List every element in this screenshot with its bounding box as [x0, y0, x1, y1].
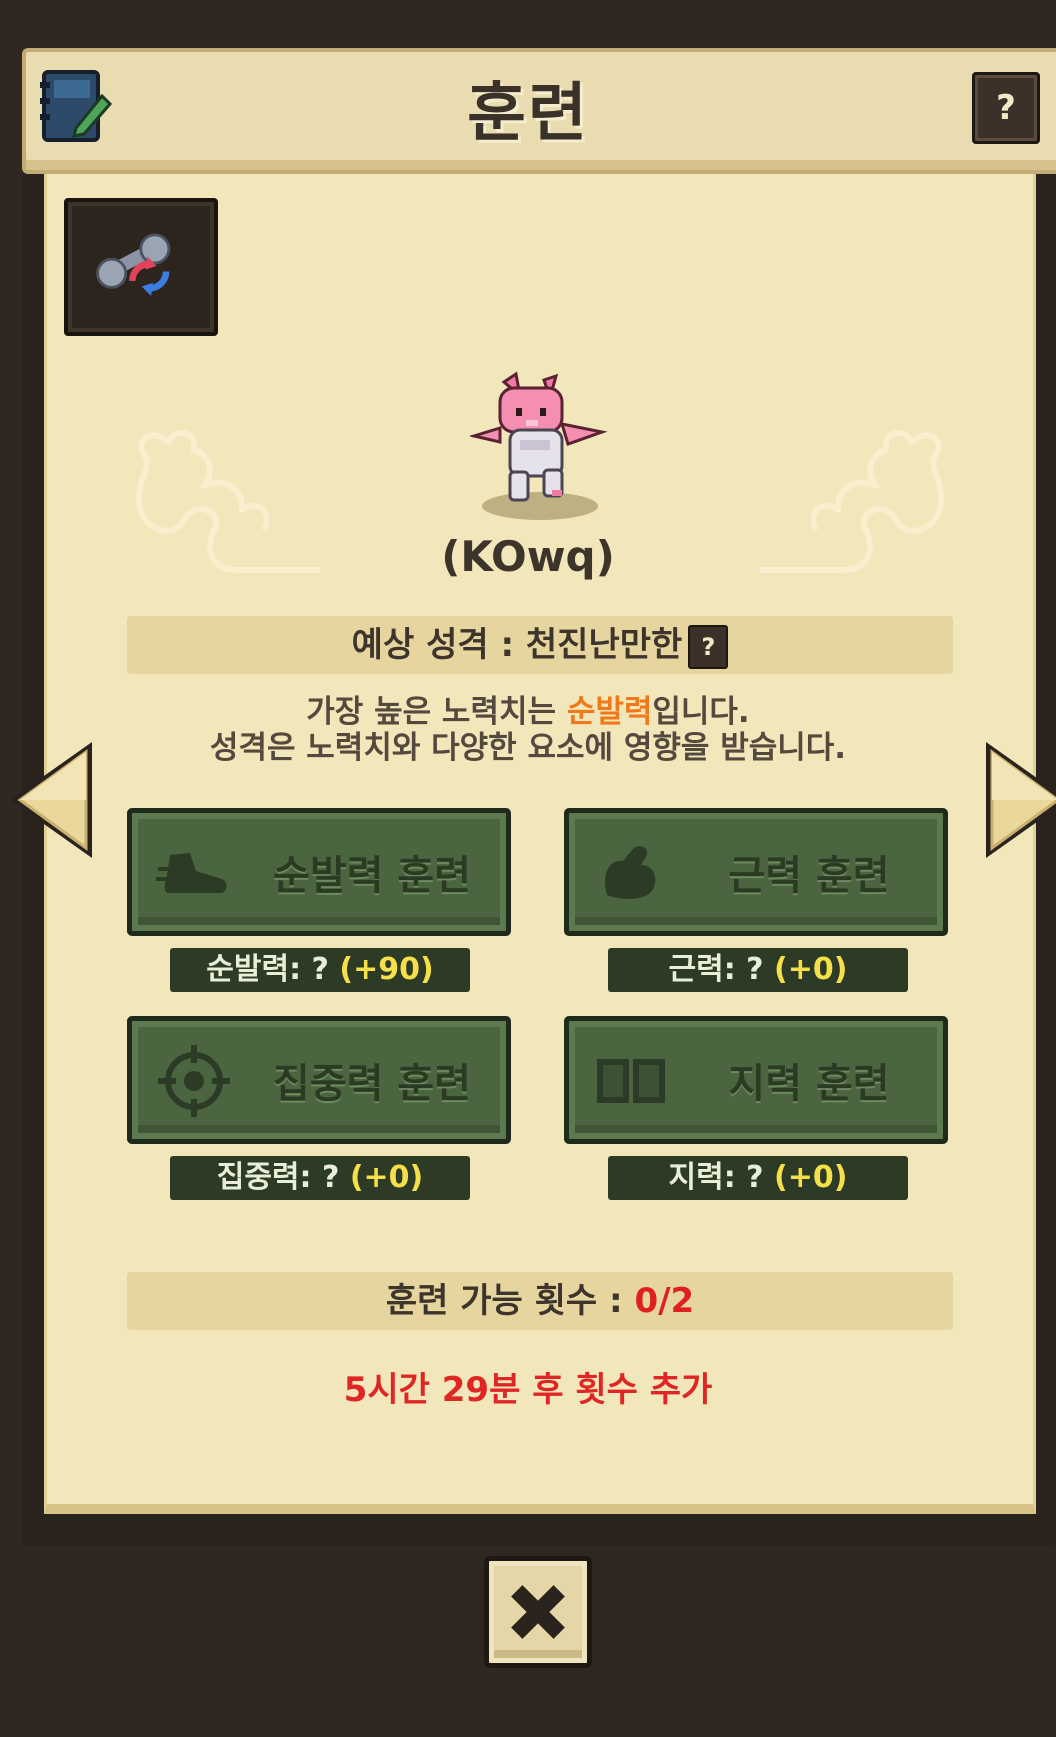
- open-book-icon: [597, 1059, 665, 1103]
- agility-training-button[interactable]: 순발력 훈련: [127, 808, 511, 936]
- strength-training-button[interactable]: 근력 훈련: [564, 808, 948, 936]
- agility-training-label: 순발력 훈련: [273, 853, 471, 899]
- description-line-2: 성격은 노력치와 다양한 요소에 영향을 받습니다.: [209, 730, 847, 766]
- training-count-label: 훈련 가능 횟수 :: [385, 1281, 635, 1321]
- dumbbell-refresh-icon: [96, 233, 171, 296]
- intellect-stat-gain: (+0): [774, 1160, 848, 1195]
- intellect-training-label: 지력 훈련: [728, 1061, 890, 1107]
- close-icon: [511, 1585, 565, 1639]
- effort-description: 가장 높은 노력치는 순발력입니다. 성격은 노력치와 다양한 요소에 영향을 …: [0, 694, 1056, 766]
- focus-training-label: 집중력 훈련: [273, 1061, 471, 1107]
- character-name: (KOwq): [441, 532, 615, 581]
- agility-stat-gain: (+90): [339, 952, 434, 987]
- training-count-value: 0/2: [634, 1281, 695, 1321]
- close-button[interactable]: [484, 1556, 592, 1668]
- pet-character-sprite[interactable]: [470, 370, 610, 520]
- sneaker-icon: [156, 853, 227, 893]
- next-arrow-button[interactable]: [980, 738, 1056, 862]
- prev-arrow-button[interactable]: [6, 738, 98, 862]
- focus-stat-gain: (+0): [349, 1160, 424, 1195]
- training-count-bar: 훈련 가능 횟수 : 0/2: [127, 1272, 953, 1330]
- personality-bar: 예상 성격 : 천진난만한?: [127, 616, 953, 674]
- help-button[interactable]: ?: [972, 72, 1040, 144]
- recharge-timer: 5시간 29분 후 횟수 추가: [343, 1370, 713, 1410]
- focus-training-button[interactable]: 집중력 훈련: [127, 1016, 511, 1144]
- personality-help-button[interactable]: ?: [688, 624, 729, 669]
- crosshair-icon: [158, 1045, 230, 1117]
- description-line-1: 가장 높은 노력치는 순발력입니다.: [306, 694, 750, 730]
- page-title: 훈련: [467, 77, 589, 151]
- training-type-slot[interactable]: [64, 198, 218, 336]
- strength-training-label: 근력 훈련: [728, 853, 890, 899]
- focus-stat-badge: 집중력: ? (+0): [170, 1156, 470, 1200]
- muscle-arm-icon: [604, 846, 656, 899]
- highest-stat-highlight: 순발력: [566, 694, 653, 730]
- personality-label: 예상 성격 : 천진난만한: [351, 625, 683, 665]
- agility-stat-badge: 순발력: ? (+90): [170, 948, 470, 992]
- strength-stat-gain: (+0): [774, 952, 848, 987]
- strength-stat-badge: 근력: ? (+0): [608, 948, 908, 992]
- intellect-stat-badge: 지력: ? (+0): [608, 1156, 908, 1200]
- intellect-training-button[interactable]: 지력 훈련: [564, 1016, 948, 1144]
